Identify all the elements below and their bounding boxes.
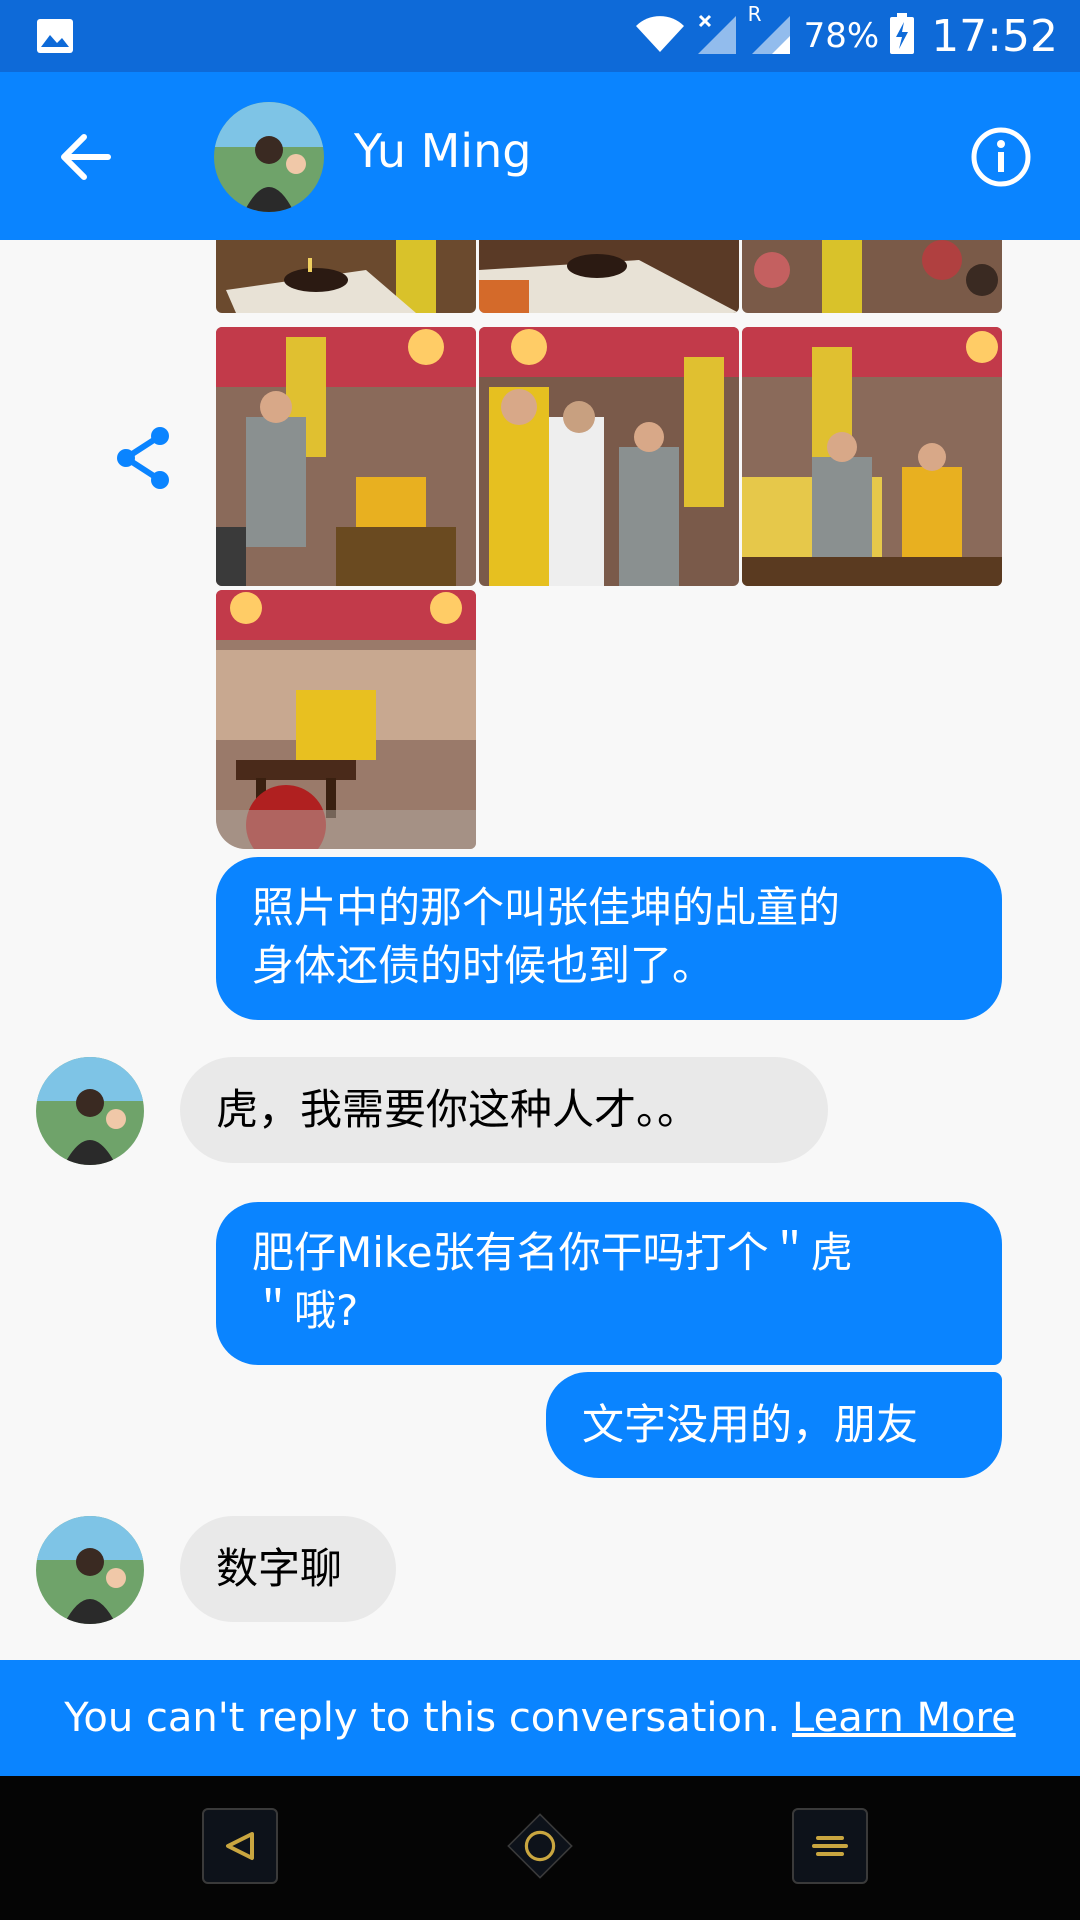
notice-text: You can't reply to this conversation. — [64, 1695, 781, 1741]
outgoing-message[interactable]: 肥仔Mike张有名你干吗打个＂虎 ＂哦? — [216, 1202, 1002, 1365]
navigation-bar — [0, 1776, 1080, 1920]
home-circle-icon — [507, 1813, 573, 1879]
learn-more-link[interactable]: Learn More — [792, 1695, 1016, 1741]
battery-icon — [889, 13, 915, 59]
back-button[interactable] — [40, 112, 130, 202]
carrier-tag: R — [747, 2, 762, 26]
message-text: 虎，我需要你这种人才。。 — [216, 1085, 700, 1134]
back-triangle-icon — [226, 1832, 254, 1860]
avatar[interactable] — [36, 1057, 144, 1165]
photo-thumbnail[interactable] — [216, 590, 476, 849]
signal-icon — [696, 12, 740, 60]
share-button[interactable] — [110, 424, 178, 492]
conversation-header: Yu Ming — [0, 72, 1080, 240]
incoming-message[interactable]: 数字聊 — [180, 1516, 396, 1622]
battery-percent: 78% — [803, 16, 880, 56]
signal-icon: R — [748, 2, 794, 60]
message-text: 文字没用的，朋友 — [582, 1400, 919, 1449]
message-text: 照片中的那个叫张佳坤的乩童的 身体还债的时候也到了。 — [252, 883, 841, 990]
photo-thumbnail[interactable] — [742, 327, 1002, 586]
back-arrow-icon — [61, 134, 111, 180]
incoming-message[interactable]: 虎，我需要你这种人才。。 — [180, 1057, 828, 1163]
clock: 17:52 — [931, 10, 1058, 62]
info-button[interactable] — [956, 112, 1046, 202]
nav-back-button[interactable] — [202, 1808, 278, 1884]
message-thread[interactable]: 照片中的那个叫张佳坤的乩童的 身体还债的时候也到了。 虎，我需要你这种人才。。 … — [0, 240, 1080, 1660]
outgoing-message[interactable]: 照片中的那个叫张佳坤的乩童的 身体还债的时候也到了。 — [216, 857, 1002, 1020]
nav-home-button[interactable] — [500, 1806, 580, 1886]
photo-thumbnail[interactable] — [216, 327, 476, 586]
photo-thumbnail[interactable] — [216, 240, 476, 313]
photo-thumbnail[interactable] — [479, 327, 739, 586]
menu-icon — [812, 1836, 848, 1856]
nav-menu-button[interactable] — [792, 1808, 868, 1884]
message-text: 数字聊 — [216, 1544, 343, 1593]
info-icon — [971, 127, 1031, 187]
gallery-icon — [36, 18, 74, 58]
avatar[interactable] — [36, 1516, 144, 1624]
photo-thumbnail[interactable] — [742, 240, 1002, 313]
cannot-reply-notice: You can't reply to this conversation. Le… — [0, 1660, 1080, 1776]
outgoing-message[interactable]: 文字没用的，朋友 — [546, 1372, 1002, 1478]
message-text: 肥仔Mike张有名你干吗打个＂虎 ＂哦? — [252, 1228, 853, 1335]
share-icon — [117, 427, 169, 489]
contact-name[interactable]: Yu Ming — [354, 124, 531, 178]
wifi-icon — [634, 14, 686, 58]
status-bar: R 78% 17:52 — [0, 0, 1080, 72]
avatar[interactable] — [214, 102, 324, 212]
photo-thumbnail[interactable] — [479, 240, 739, 313]
